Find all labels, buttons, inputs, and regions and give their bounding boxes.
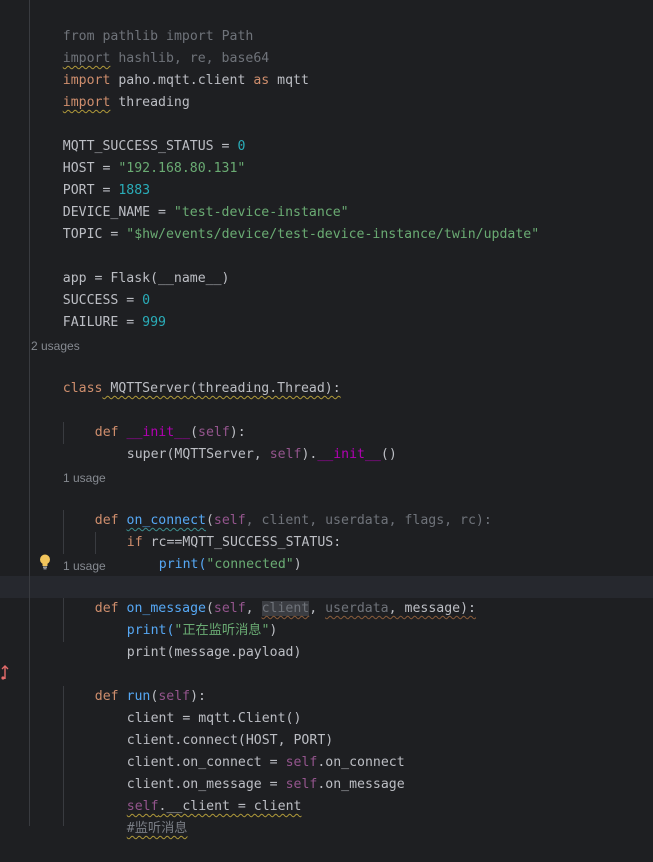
code-line[interactable]: def run(self): bbox=[63, 664, 206, 704]
code-line[interactable]: app = Flask(__name__) bbox=[31, 246, 230, 286]
code-line[interactable]: from pathlib import Path bbox=[31, 4, 254, 44]
code-token: import bbox=[62, 95, 111, 110]
code-token: "$hw/events/device/test-device-instance/… bbox=[126, 227, 540, 242]
code-token: () bbox=[380, 447, 397, 462]
code-line[interactable]: import paho.mqtt.client as mqtt bbox=[31, 48, 309, 88]
code-line[interactable]: MQTT_SUCCESS_STATUS = 0 bbox=[31, 114, 246, 154]
code-token: TOPIC = bbox=[62, 227, 127, 242]
usages-hint[interactable]: 1 usage bbox=[63, 555, 106, 577]
code-token: ). bbox=[301, 447, 318, 462]
code-token: print( bbox=[158, 557, 207, 572]
override-method-icon[interactable] bbox=[0, 665, 10, 681]
code-token: "connected" bbox=[206, 557, 294, 572]
code-token: , message): bbox=[388, 601, 476, 616]
code-token: , bbox=[309, 601, 326, 616]
code-token: self bbox=[269, 447, 302, 462]
code-line[interactable]: def on_connect(self, client, userdata, f… bbox=[63, 488, 492, 528]
code-line[interactable]: print("正在监听消息") bbox=[95, 598, 278, 638]
usages-hint[interactable]: 2 usages bbox=[31, 335, 80, 357]
code-line[interactable]: DEVICE_NAME = "test-device-instance" bbox=[31, 180, 349, 220]
code-line[interactable]: client = mqtt.Client() bbox=[95, 686, 302, 726]
code-line[interactable]: PORT = 1883 bbox=[31, 158, 150, 198]
code-line[interactable]: self.__client = client bbox=[95, 774, 302, 814]
code-token: threading bbox=[110, 95, 190, 110]
code-line[interactable]: TOPIC = "$hw/events/device/test-device-i… bbox=[31, 202, 539, 242]
code-line[interactable]: SUCCESS = 0 bbox=[31, 268, 150, 308]
code-token: as bbox=[253, 73, 270, 88]
code-line[interactable]: FAILURE = 999 bbox=[31, 290, 166, 330]
code-editor[interactable]: from pathlib import Path import hashlib,… bbox=[0, 0, 653, 836]
code-token: __init__ bbox=[317, 447, 381, 462]
code-line[interactable]: import threading bbox=[31, 70, 190, 110]
code-token: super(MQTTServer, bbox=[126, 447, 270, 462]
code-line[interactable]: import hashlib, re, base64 bbox=[31, 26, 269, 66]
code-token: mqtt bbox=[269, 73, 309, 88]
code-token: FAILURE = bbox=[62, 315, 143, 330]
code-line[interactable]: client.connect(HOST, PORT) bbox=[95, 708, 333, 748]
code-line[interactable]: def on_message(self, client, userdata, m… bbox=[63, 576, 476, 616]
lightbulb-icon[interactable] bbox=[38, 553, 52, 571]
code-comment: #监听消息 bbox=[126, 821, 188, 836]
code-token: MQTTServer(threading.Thread): bbox=[102, 381, 341, 396]
editor-gutter[interactable] bbox=[0, 0, 28, 826]
usages-hint[interactable]: 1 usage bbox=[63, 467, 106, 489]
code-line[interactable]: print(message.payload) bbox=[95, 620, 302, 660]
code-line[interactable]: client.on_message = self.on_message bbox=[95, 752, 405, 792]
code-token: 999 bbox=[142, 315, 166, 330]
code-line[interactable]: class MQTTServer(threading.Thread): bbox=[31, 356, 341, 396]
code-line[interactable]: if rc==MQTT_SUCCESS_STATUS: bbox=[95, 510, 341, 550]
code-line[interactable]: print("connected") bbox=[127, 532, 302, 572]
code-line[interactable]: #监听消息 bbox=[95, 796, 188, 836]
code-token: ) bbox=[293, 557, 302, 572]
code-line[interactable]: client.on_connect = self.on_connect bbox=[95, 730, 405, 770]
code-token: print(message.payload) bbox=[126, 645, 302, 660]
code-line[interactable]: def __init__(self): bbox=[63, 400, 246, 440]
code-token: class bbox=[62, 381, 103, 396]
indent-guide bbox=[29, 0, 30, 826]
code-token: .on_message bbox=[317, 777, 405, 792]
code-line[interactable]: super(MQTTServer, self).__init__() bbox=[95, 422, 397, 462]
code-line[interactable]: HOST = "192.168.80.131" bbox=[31, 136, 246, 176]
code-token: userdata bbox=[325, 601, 389, 616]
